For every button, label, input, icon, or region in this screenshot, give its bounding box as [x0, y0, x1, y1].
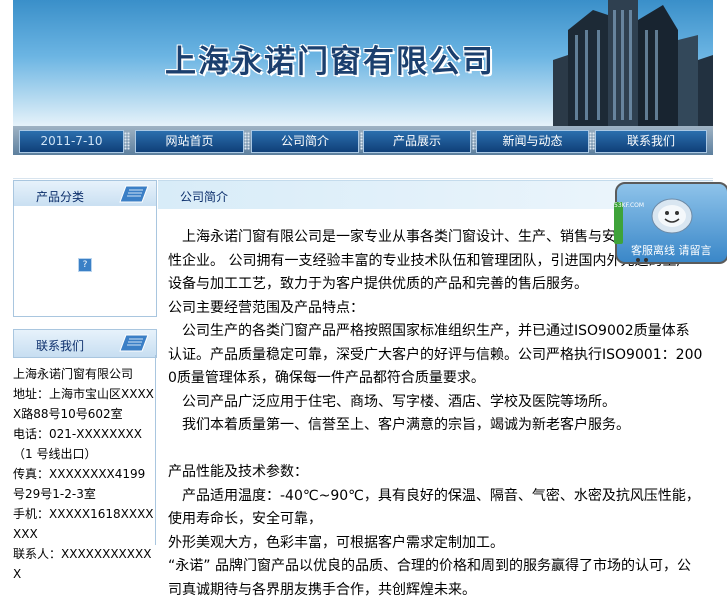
nav-products[interactable]: 产品展示	[363, 130, 471, 153]
contact-line: 联系人：XXXXXXXXXXXX	[13, 547, 152, 581]
chat-indicator-dots	[636, 258, 648, 262]
nav-news[interactable]: 新闻与动态	[476, 130, 589, 153]
sidebar-title-products: 产品分类	[36, 190, 85, 204]
book-icon	[119, 185, 149, 203]
contact-line: 地址：上海市宝山区XXXXX路88号10号602室	[13, 387, 154, 421]
article-paragraph: 我们本着质量第一、信誉至上、客户满意的宗旨，竭诚为新老客户服务。	[168, 417, 630, 433]
company-name: 上海永诺门窗有限公司	[165, 44, 495, 80]
book-icon	[119, 334, 149, 352]
chat-status-text: 客服离线 请留言	[631, 244, 712, 257]
help-icon[interactable]: ?	[78, 258, 92, 272]
nav-home[interactable]: 网站首页	[135, 130, 244, 153]
sidebar-header-contact: 联系我们	[13, 329, 157, 358]
nav-about[interactable]: 公司简介	[251, 130, 359, 153]
article-paragraph: 公司生产的各类门窗产品严格按照国家标准组织生产，并已通过ISO9002质量体系认…	[168, 323, 703, 386]
article-paragraph: 产品性能及技术参数：	[168, 464, 308, 480]
city-skyline-image	[553, 0, 713, 126]
article-paragraph: “永诺” 品牌门窗产品以优良的品质、合理的价格和周到的服务赢得了市场的认可，公司…	[168, 558, 691, 598]
sidebar-header-products: 产品分类	[13, 180, 157, 209]
contact-line: 上海永诺门窗有限公司	[13, 367, 134, 381]
header-banner: 上海永诺门窗有限公司	[13, 0, 713, 126]
customer-service-widget[interactable]: 53KF.COM 客服离线 请留言	[614, 182, 727, 264]
contact-line: 手机：XXXXX1618XXXXXXX	[13, 507, 154, 541]
sidebar-title-contact: 联系我们	[36, 339, 85, 353]
chat-vendor-tab[interactable]: 53KF.COM	[614, 202, 644, 244]
main-article: 上海永诺门窗有限公司是一家专业从事各类门窗设计、生产、销售与安装服务的综合性企业…	[168, 226, 703, 602]
nav-divider	[13, 156, 713, 179]
nav-separator	[244, 132, 250, 150]
main-section-title: 公司简介	[180, 190, 229, 204]
top-nav: 2011-7-10 网站首页 公司简介 产品展示 新闻与动态 联系我们	[13, 126, 713, 155]
contact-info-list: 上海永诺门窗有限公司 地址：上海市宝山区XXXXX路88号10号602室 电话：…	[13, 364, 156, 584]
nav-contact[interactable]: 联系我们	[595, 130, 707, 153]
article-blank-line	[168, 438, 703, 462]
article-paragraph: 公司产品广泛应用于住宅、商场、写字楼、酒店、学校及医院等场所。	[168, 393, 616, 410]
contact-line: 电话：021-XXXXXXXX（1 号线出口）	[13, 427, 143, 461]
smiley-icon	[651, 198, 693, 234]
article-paragraph: 外形美观大方，色彩丰富，可根据客户需求定制加工。	[168, 534, 504, 551]
contact-line: 传真：XXXXXXXX4199号29号1-2-3室	[13, 467, 146, 501]
nav-separator	[124, 132, 130, 150]
article-paragraph: 产品适用温度：-40℃~90℃，具有良好的保温、隔音、气密、水密及抗风压性能，使…	[168, 487, 700, 528]
article-paragraph: 公司主要经营范围及产品特点：	[168, 299, 364, 316]
date-display: 2011-7-10	[19, 130, 124, 153]
